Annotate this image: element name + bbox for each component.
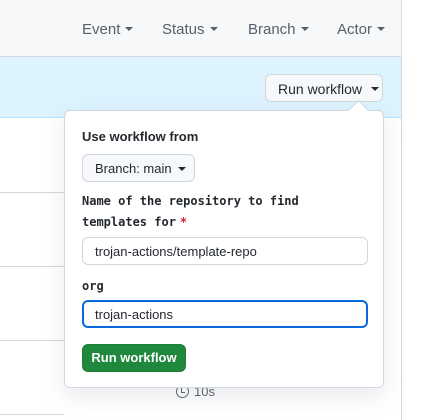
- event-filter[interactable]: Event: [82, 21, 134, 38]
- filter-bar: Event Status Branch Actor: [0, 0, 401, 57]
- row-divider: [0, 192, 64, 193]
- row-divider: [0, 340, 64, 341]
- run-workflow-submit-button[interactable]: Run workflow: [82, 344, 186, 372]
- actor-filter[interactable]: Actor: [337, 21, 386, 38]
- required-marker: *: [179, 215, 188, 229]
- caret-down-icon: [177, 166, 186, 171]
- org-input[interactable]: [82, 300, 368, 328]
- caret-down-icon: [125, 27, 134, 32]
- use-workflow-from-label: Use workflow from: [82, 129, 199, 144]
- caret-down-icon: [300, 27, 309, 32]
- caret-down-icon: [377, 27, 386, 32]
- row-divider: [0, 266, 64, 267]
- row-divider: [0, 414, 64, 415]
- branch-select-button[interactable]: Branch: main: [82, 154, 195, 182]
- org-input-label: org: [82, 279, 104, 293]
- caret-down-icon: [209, 27, 218, 32]
- branch-filter[interactable]: Branch: [248, 21, 309, 38]
- caret-down-icon: [371, 87, 380, 92]
- run-workflow-dropdown-button[interactable]: Run workflow: [265, 74, 383, 102]
- status-filter[interactable]: Status: [162, 21, 218, 38]
- repo-input-label: Name of the repository to find templates…: [82, 194, 299, 229]
- repo-input[interactable]: [82, 237, 368, 265]
- run-workflow-dropdown: Use workflow from Branch: main Name of t…: [64, 110, 384, 388]
